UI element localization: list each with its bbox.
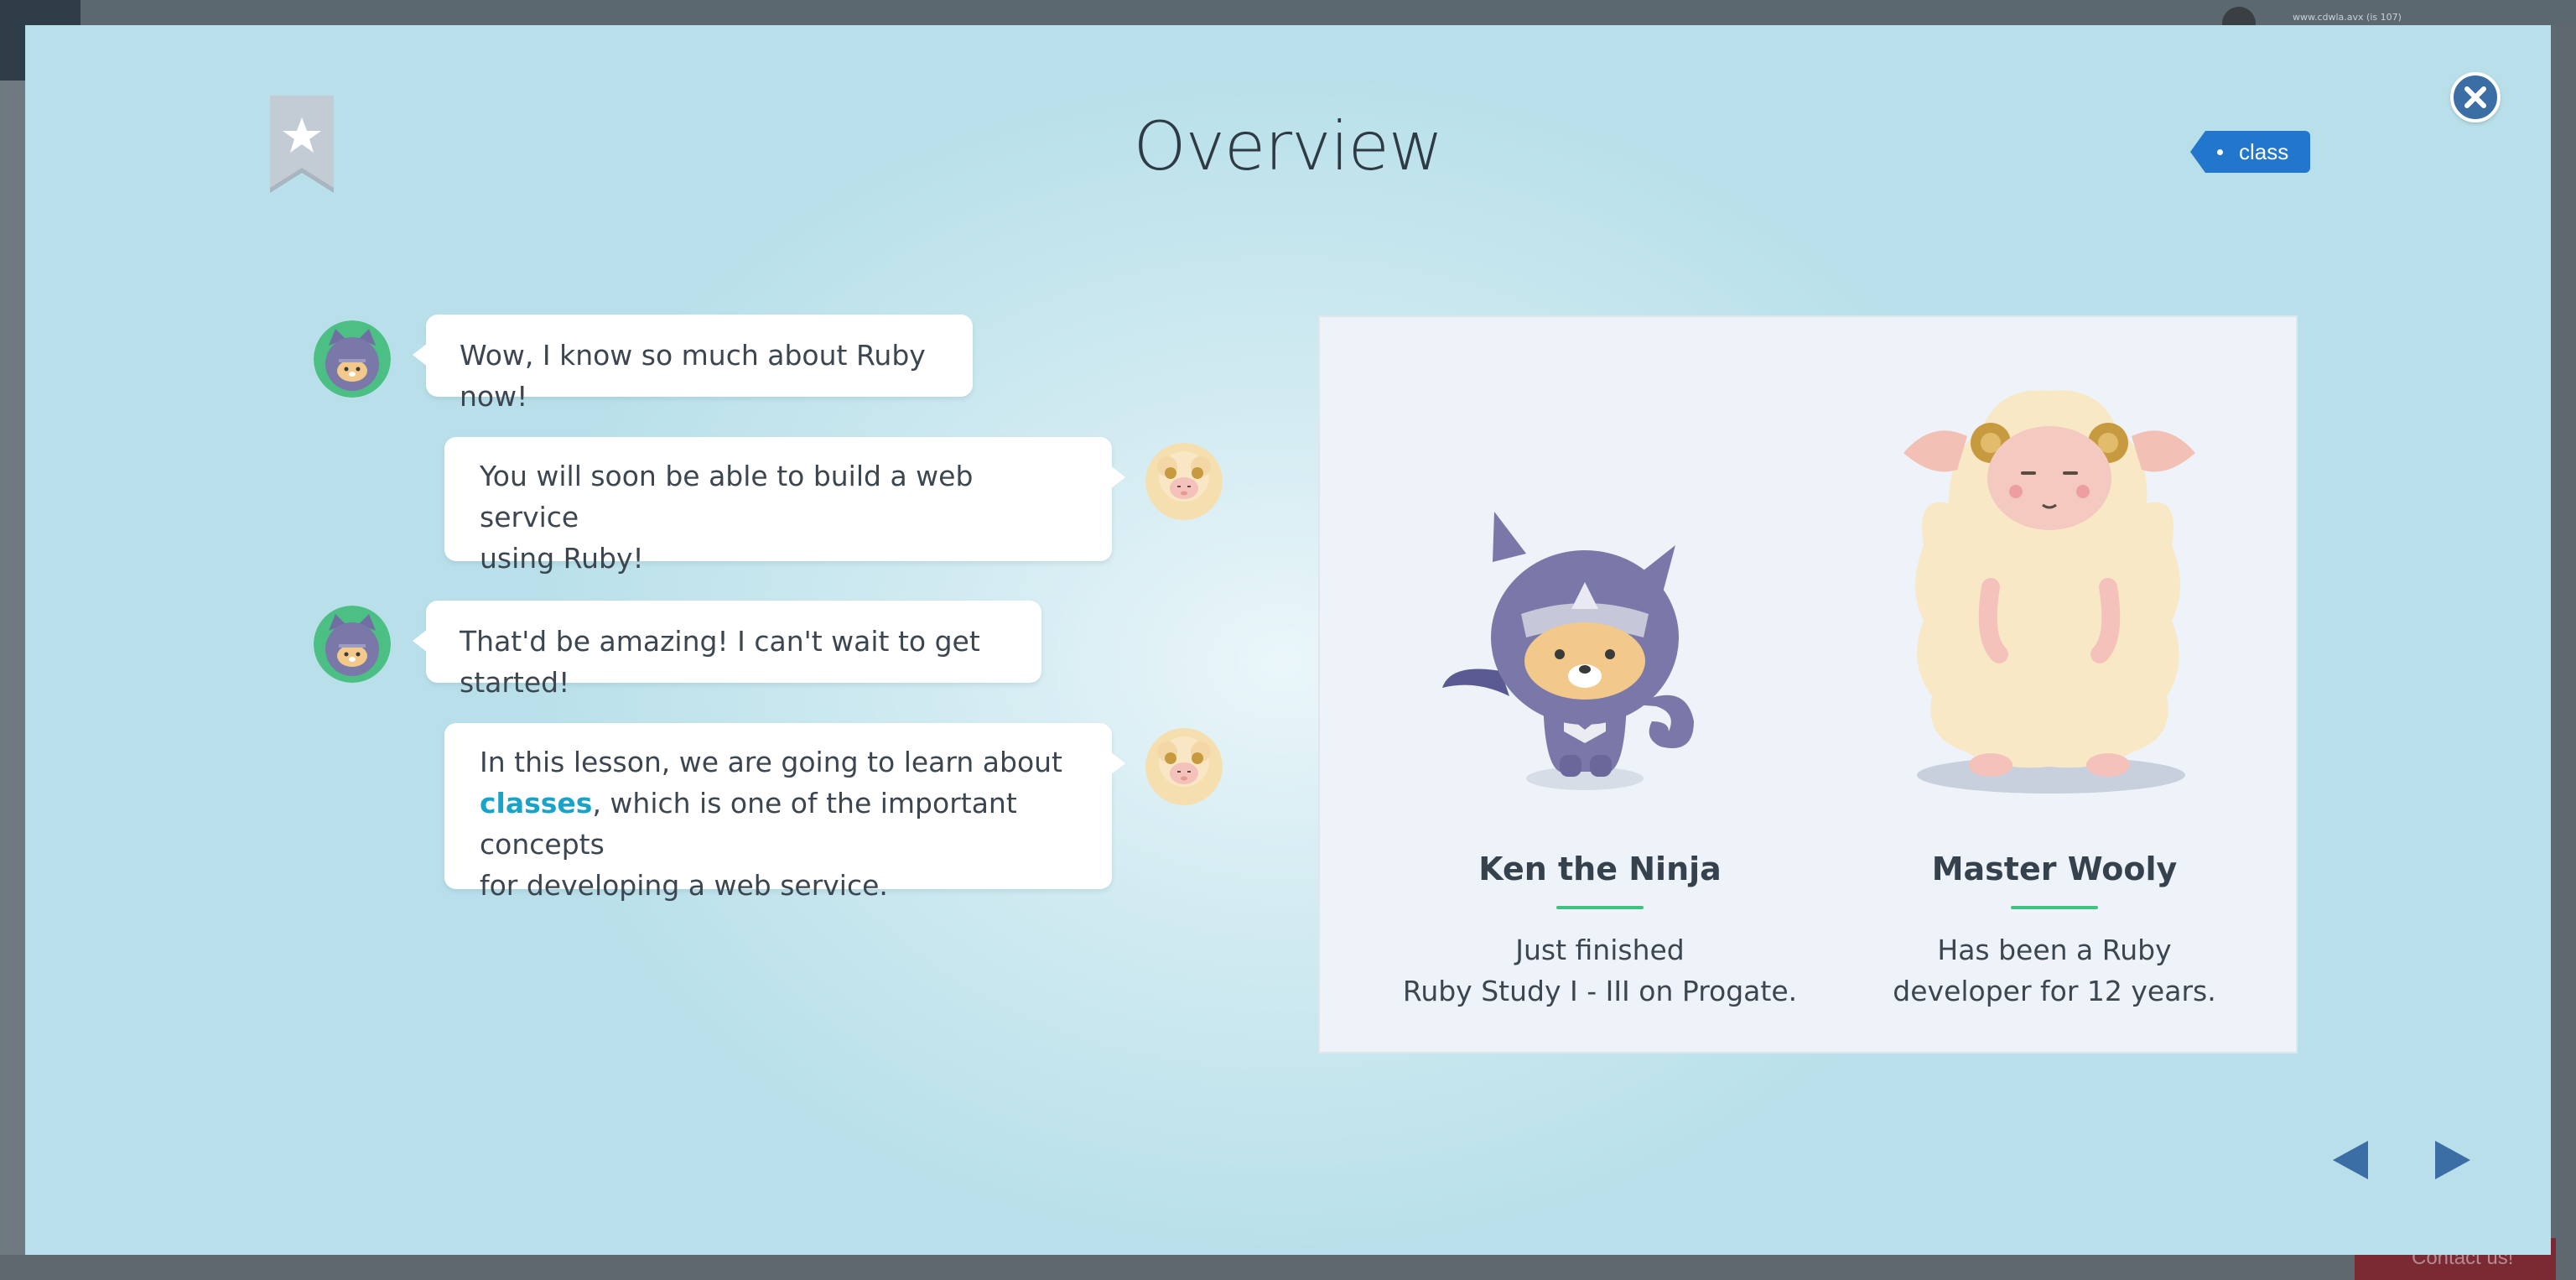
- chat-message-text: That'd be amazing! I can't wait to get s…: [460, 625, 980, 699]
- chat-message-line: using Ruby!: [480, 542, 644, 575]
- characters-panel: Ken the Ninja Just finished Ruby Study I…: [1318, 315, 2298, 1054]
- overview-modal: Overview class Wow, I know so much about…: [25, 25, 2551, 1255]
- chat-bubble: In this lesson, we are going to learn ab…: [444, 723, 1125, 902]
- sheep-avatar-icon: [1145, 728, 1223, 805]
- keyword-highlight: classes: [480, 787, 593, 820]
- character-name: Master Wooly: [1931, 851, 2178, 887]
- chat-message-line: In this lesson, we are going to learn ab…: [480, 746, 1062, 778]
- page-title: Overview: [1133, 107, 1444, 185]
- wooly-avatar: [1145, 443, 1223, 520]
- previous-slide-button[interactable]: [2329, 1139, 2371, 1181]
- name-underline: [2011, 906, 2098, 909]
- background-bottom-bar: [0, 1255, 2576, 1280]
- ken-the-ninja-illustration: [1442, 512, 1694, 790]
- ken-avatar: [314, 606, 391, 683]
- close-icon: [2464, 86, 2486, 108]
- tag-dot-icon: [2217, 149, 2223, 155]
- character-description-line: Ruby Study I - III on Progate.: [1402, 975, 1798, 1007]
- chat-message-line: You will soon be able to build a web ser…: [480, 460, 974, 533]
- ninja-avatar-icon: [314, 320, 391, 398]
- character-description: Has been a Ruby developer for 12 years.: [1836, 929, 2272, 1012]
- wooly-avatar: [1145, 728, 1223, 805]
- class-tag[interactable]: class: [2189, 131, 2311, 173]
- class-tag-label: class: [2239, 139, 2289, 164]
- chat-message-line: classes, which is one of the important c…: [480, 783, 1077, 865]
- triangle-right-icon: [2435, 1141, 2470, 1179]
- chat-bubble: Wow, I know so much about Ruby now!: [413, 315, 973, 413]
- background-topbar: [0, 0, 2576, 25]
- chat-bubble: That'd be amazing! I can't wait to get s…: [413, 601, 1041, 699]
- chat-bubble: You will soon be able to build a web ser…: [444, 437, 1125, 575]
- ninja-avatar-icon: [314, 606, 391, 683]
- triangle-left-icon: [2333, 1141, 2368, 1179]
- character-description-line: Just finished: [1515, 934, 1685, 966]
- character-name: Ken the Ninja: [1478, 851, 1722, 887]
- sheep-avatar-icon: [1145, 443, 1223, 520]
- next-slide-button[interactable]: [2432, 1139, 2474, 1181]
- character-description-line: developer for 12 years.: [1893, 975, 2216, 1007]
- chat-message-text: Wow, I know so much about Ruby now!: [460, 339, 926, 413]
- character-description-line: Has been a Ruby: [1937, 934, 2172, 966]
- chat-message-line: for developing a web service.: [480, 869, 888, 902]
- character-description: Just finished Ruby Study I - III on Prog…: [1382, 929, 1818, 1012]
- name-underline: [1556, 906, 1644, 909]
- master-wooly-illustration: [1903, 390, 2195, 793]
- ken-avatar: [314, 320, 391, 398]
- background-scrollbar: [2551, 25, 2576, 1280]
- close-button[interactable]: [2450, 72, 2501, 122]
- background-url-text: www.cdwla.avx (is 107): [2293, 12, 2402, 23]
